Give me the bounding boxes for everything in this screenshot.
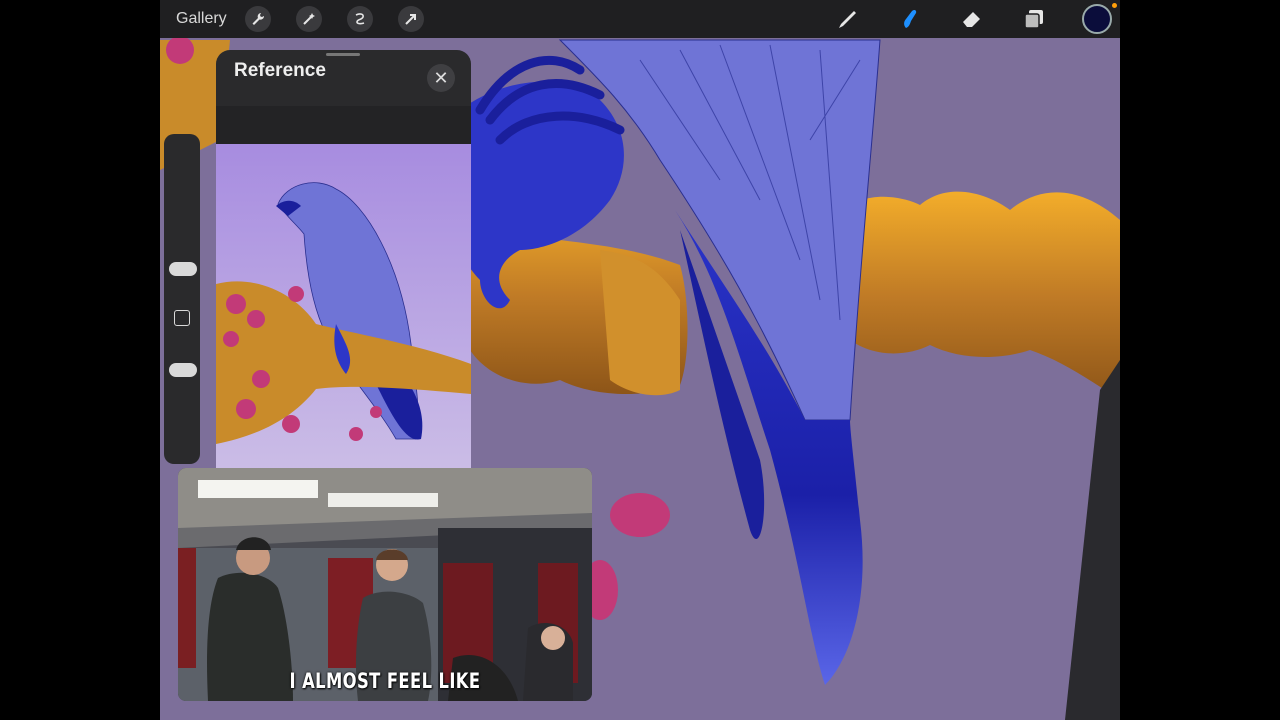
notification-dot (1112, 3, 1117, 8)
video-caption: I ALMOST FEEL LIKE (289, 669, 481, 693)
color-picker-swatch[interactable] (1082, 4, 1112, 34)
eraser-icon[interactable] (958, 5, 986, 33)
reference-panel[interactable]: Reference ✕ (216, 50, 471, 470)
top-toolbar: Gallery (160, 0, 1120, 38)
transform-arrow-icon[interactable] (397, 6, 424, 32)
opacity-slider-thumb[interactable] (169, 363, 197, 377)
reference-image (216, 144, 471, 470)
gallery-button[interactable]: Gallery (176, 10, 227, 28)
brush-icon[interactable] (834, 5, 862, 33)
reference-title: Reference (234, 60, 326, 81)
procreate-canvas-area[interactable]: Gallery Reference ✕ I ALMOST FEEL LIKE (160, 0, 1120, 720)
wrench-icon[interactable] (244, 6, 271, 32)
video-frame (178, 468, 592, 701)
selection-icon[interactable] (346, 6, 373, 32)
close-icon[interactable]: ✕ (427, 64, 455, 92)
brush-size-slider-thumb[interactable] (169, 262, 197, 276)
layers-icon[interactable] (1020, 5, 1048, 33)
reference-toolbar-area (216, 106, 471, 144)
reference-drag-handle[interactable] (326, 53, 360, 56)
smudge-icon[interactable] (896, 5, 924, 33)
left-sidebar (164, 134, 200, 464)
magic-wand-icon[interactable] (295, 6, 322, 32)
modify-button[interactable] (174, 310, 190, 326)
picture-in-picture-video[interactable]: I ALMOST FEEL LIKE (178, 468, 592, 701)
